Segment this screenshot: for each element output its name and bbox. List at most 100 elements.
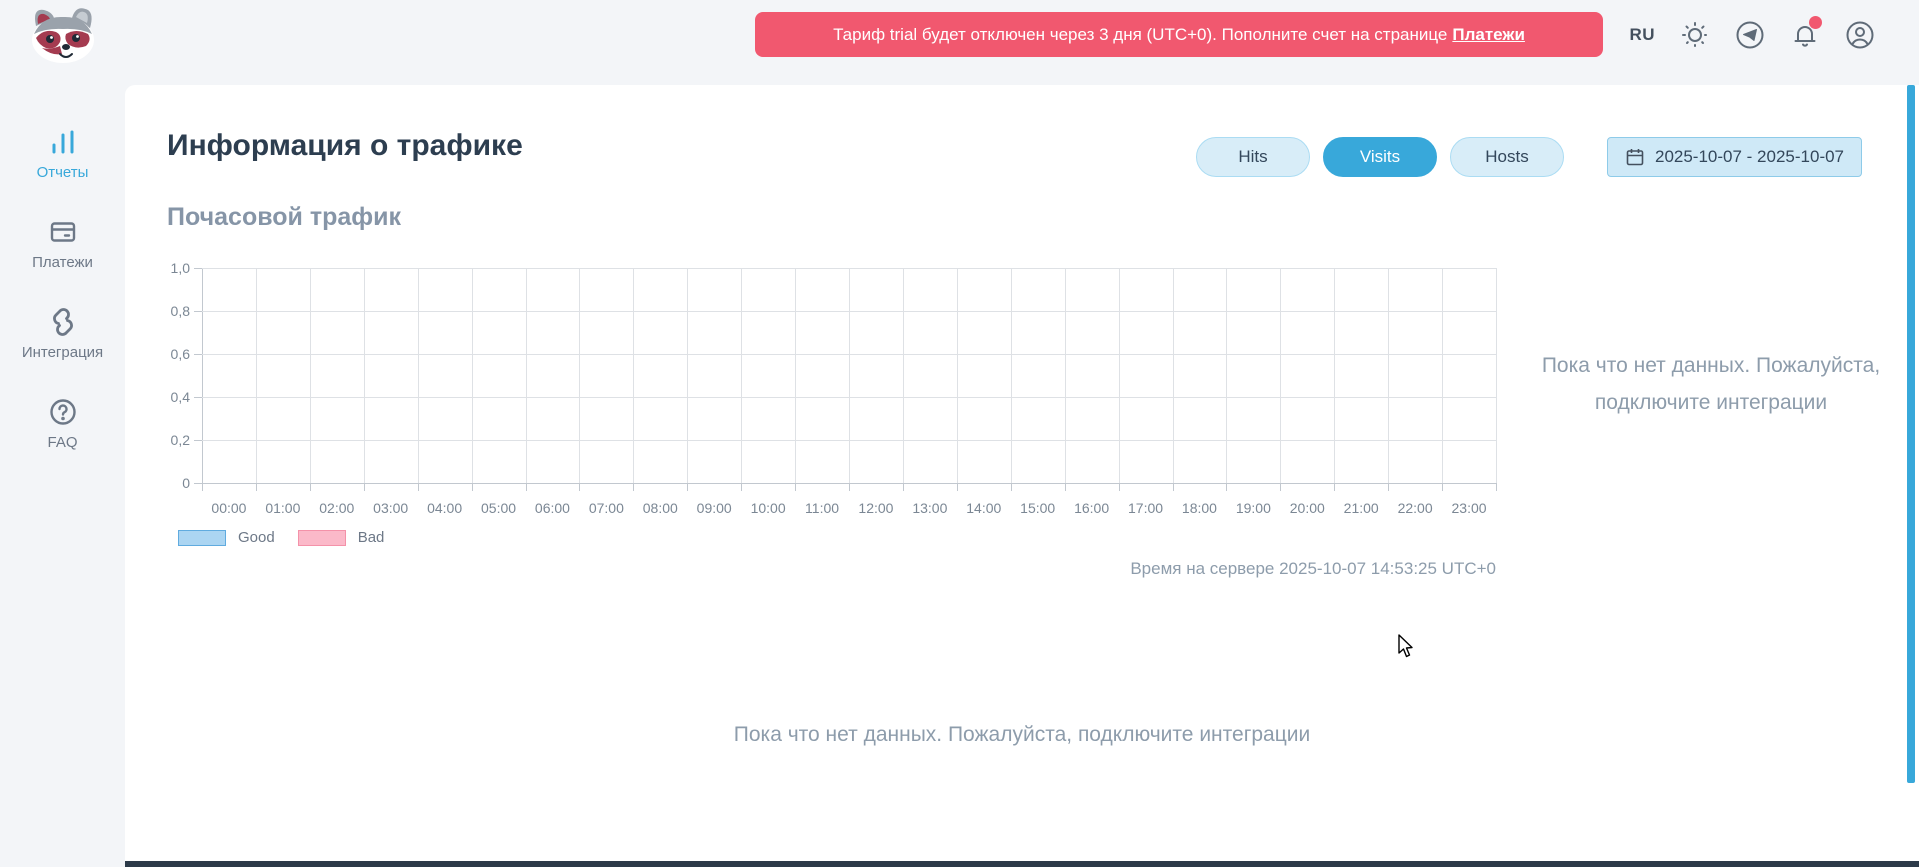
grid-line-vertical	[1334, 268, 1335, 483]
grid-line-vertical	[903, 268, 904, 483]
x-tick-label: 22:00	[1388, 500, 1442, 516]
y-tick-label: 1,0	[140, 260, 190, 276]
grid-line-horizontal	[202, 311, 1496, 312]
main-content: Информация о трафике Hits Visits Hosts 2…	[125, 85, 1919, 867]
x-axis-tick	[310, 483, 311, 491]
x-axis-tick	[202, 483, 203, 491]
language-selector[interactable]: RU	[1629, 25, 1655, 45]
hits-button[interactable]: Hits	[1196, 137, 1310, 177]
x-axis-tick	[1226, 483, 1227, 491]
link-icon	[48, 307, 78, 337]
banner-payments-link[interactable]: Платежи	[1452, 25, 1525, 45]
horizontal-scrollbar[interactable]	[125, 861, 1919, 867]
y-axis-tick	[194, 354, 202, 355]
y-axis-tick	[194, 483, 202, 484]
theme-sun-icon[interactable]	[1680, 20, 1710, 50]
x-tick-label: 06:00	[526, 500, 580, 516]
chart-empty-message: Пока что нет данных. Пожалуйста, подключ…	[1515, 347, 1907, 421]
x-tick-label: 01:00	[256, 500, 310, 516]
grid-line-vertical	[795, 268, 796, 483]
x-tick-label: 11:00	[795, 500, 849, 516]
x-axis-tick	[1388, 483, 1389, 491]
x-tick-label: 21:00	[1334, 500, 1388, 516]
x-tick-label: 23:00	[1442, 500, 1496, 516]
x-axis-tick	[1119, 483, 1120, 491]
sidebar-item-label: Интеграция	[22, 344, 103, 361]
date-range-value: 2025-10-07 - 2025-10-07	[1655, 147, 1844, 167]
legend-item: Good	[178, 529, 275, 546]
x-axis-tick	[1065, 483, 1066, 491]
x-axis-tick	[741, 483, 742, 491]
grid-line-vertical	[1442, 268, 1443, 483]
x-tick-label: 04:00	[418, 500, 472, 516]
x-axis-line	[202, 483, 1496, 484]
notifications-bell-icon[interactable]	[1790, 20, 1820, 50]
banner-text: Тариф trial будет отключен через 3 дня (…	[833, 25, 1447, 45]
grid-line-vertical	[579, 268, 580, 483]
x-tick-label: 07:00	[579, 500, 633, 516]
grid-line-vertical	[526, 268, 527, 483]
visits-button[interactable]: Visits	[1323, 137, 1437, 177]
y-tick-label: 0,4	[140, 389, 190, 405]
x-axis-tick	[526, 483, 527, 491]
y-axis-line	[202, 268, 203, 483]
grid-line-vertical	[418, 268, 419, 483]
trial-warning-banner: Тариф trial будет отключен через 3 дня (…	[755, 12, 1603, 57]
legend-label: Bad	[358, 529, 385, 546]
x-axis-tick	[795, 483, 796, 491]
grid-line-vertical	[741, 268, 742, 483]
x-axis-tick	[1496, 483, 1497, 491]
legend-item: Bad	[298, 529, 385, 546]
y-axis-tick	[194, 397, 202, 398]
x-tick-label: 20:00	[1280, 500, 1334, 516]
sidebar-item-reports[interactable]: Отчеты	[0, 127, 125, 181]
x-axis-tick	[1334, 483, 1335, 491]
x-tick-label: 08:00	[633, 500, 687, 516]
grid-line-horizontal	[202, 440, 1496, 441]
hosts-button[interactable]: Hosts	[1450, 137, 1564, 177]
chart-legend: Good Bad	[178, 529, 384, 546]
y-tick-label: 0,6	[140, 346, 190, 362]
sidebar-item-integration[interactable]: Интеграция	[0, 307, 125, 361]
raccoon-logo[interactable]	[14, 4, 110, 64]
x-axis-tick	[579, 483, 580, 491]
grid-line-vertical	[1173, 268, 1174, 483]
chart-title: Почасовой трафик	[167, 203, 401, 232]
bar-chart-icon	[48, 127, 78, 157]
grid-line-horizontal	[202, 268, 1496, 269]
grid-line-vertical	[849, 268, 850, 483]
x-tick-label: 17:00	[1119, 500, 1173, 516]
sidebar-item-faq[interactable]: FAQ	[0, 397, 125, 451]
x-axis-tick	[1280, 483, 1281, 491]
legend-swatch	[178, 530, 226, 546]
x-axis-tick	[687, 483, 688, 491]
sidebar: Отчеты Платежи Интеграция FAQ	[0, 85, 125, 867]
hourly-traffic-chart: 00:0001:0002:0003:0004:0005:0006:0007:00…	[202, 268, 1496, 483]
server-time: Время на сервере 2025-10-07 14:53:25 UTC…	[896, 559, 1496, 579]
x-axis-tick	[849, 483, 850, 491]
x-axis-tick	[1173, 483, 1174, 491]
sidebar-item-payments[interactable]: Платежи	[0, 217, 125, 271]
x-tick-label: 09:00	[687, 500, 741, 516]
x-tick-label: 00:00	[202, 500, 256, 516]
sidebar-item-label: Отчеты	[37, 164, 89, 181]
grid-line-vertical	[1388, 268, 1389, 483]
x-tick-label: 18:00	[1173, 500, 1227, 516]
y-tick-label: 0,2	[140, 432, 190, 448]
telegram-icon[interactable]	[1735, 20, 1765, 50]
x-tick-label: 19:00	[1226, 500, 1280, 516]
date-range-picker[interactable]: 2025-10-07 - 2025-10-07	[1607, 137, 1862, 177]
page-title: Информация о трафике	[167, 129, 523, 163]
x-tick-label: 02:00	[310, 500, 364, 516]
grid-line-vertical	[1496, 268, 1497, 483]
x-tick-label: 12:00	[849, 500, 903, 516]
mouse-cursor	[1397, 634, 1415, 660]
grid-line-vertical	[256, 268, 257, 483]
x-tick-label: 14:00	[957, 500, 1011, 516]
y-axis-tick	[194, 440, 202, 441]
x-axis-tick	[903, 483, 904, 491]
profile-icon[interactable]	[1845, 20, 1875, 50]
vertical-scrollbar[interactable]	[1907, 85, 1915, 783]
x-axis-tick	[364, 483, 365, 491]
x-axis-tick	[1011, 483, 1012, 491]
